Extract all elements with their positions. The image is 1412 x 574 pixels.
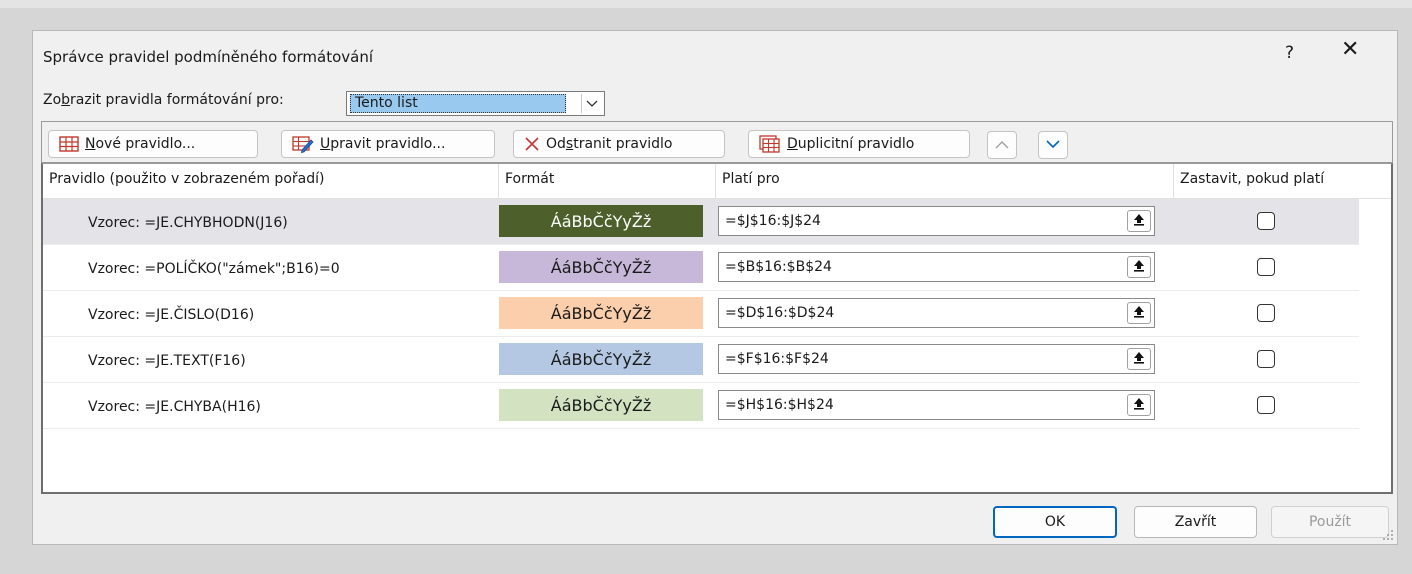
show-rules-label: Zobrazit pravidla formátování pro: <box>43 92 284 108</box>
rule-row[interactable]: Vzorec: =JE.TEXT(F16) ÁáBbČčYyŽž =$F$16:… <box>43 337 1359 383</box>
collapse-dialog-icon <box>1133 259 1145 276</box>
close-button[interactable]: ✕ <box>1341 39 1359 61</box>
background-strip <box>0 0 1412 8</box>
format-preview: ÁáBbČčYyŽž <box>499 343 703 375</box>
new-rule-button[interactable]: Nové pravidlo... <box>48 130 258 158</box>
collapse-dialog-icon <box>1133 305 1145 322</box>
chevron-down-icon[interactable] <box>581 94 602 113</box>
apply-button[interactable]: Použít <box>1271 506 1389 538</box>
help-button[interactable]: ? <box>1285 43 1294 63</box>
applies-to-field[interactable]: =$F$16:$F$24 <box>718 344 1155 374</box>
format-preview: ÁáBbČčYyŽž <box>499 251 703 283</box>
rule-description: Vzorec: =JE.TEXT(F16) <box>88 353 246 369</box>
applies-to-field[interactable]: =$J$16:$J$24 <box>718 206 1155 236</box>
rules-toolbar: Nové pravidlo... Upravit pravidlo... Od s… <box>41 121 1393 163</box>
collapse-dialog-icon <box>1133 397 1145 414</box>
stop-if-true-checkbox[interactable] <box>1257 258 1275 276</box>
chevron-up-icon <box>995 137 1009 153</box>
collapse-dialog-icon <box>1133 213 1145 230</box>
show-rules-selected: Tento list <box>350 94 566 113</box>
range-select-button[interactable] <box>1127 210 1151 232</box>
delete-x-icon <box>524 136 540 152</box>
applies-to-field[interactable]: =$H$16:$H$24 <box>718 390 1155 420</box>
table-edit-icon <box>292 135 314 153</box>
range-select-button[interactable] <box>1127 348 1151 370</box>
rule-description: Vzorec: =JE.ČISLO(D16) <box>88 307 255 323</box>
ok-button[interactable]: OK <box>993 506 1117 538</box>
rules-list: Pravidlo (použito v zobrazeném pořadí) F… <box>41 163 1393 494</box>
rule-description: Vzorec: =JE.CHYBHODN(J16) <box>88 215 288 231</box>
chevron-down-icon <box>1046 137 1060 153</box>
collapse-dialog-icon <box>1133 351 1145 368</box>
dialog-title: Správce pravidel podmíněného formátování <box>43 48 374 66</box>
column-header-stop-if-true[interactable]: Zastavit, pokud platí <box>1174 164 1359 198</box>
applies-to-field[interactable]: =$D$16:$D$24 <box>718 298 1155 328</box>
applies-to-field[interactable]: =$B$16:$B$24 <box>718 252 1155 282</box>
move-down-button[interactable] <box>1038 131 1068 159</box>
table-duplicate-icon <box>759 135 781 153</box>
format-preview: ÁáBbČčYyŽž <box>499 297 703 329</box>
range-select-button[interactable] <box>1127 394 1151 416</box>
rule-row[interactable]: Vzorec: =POLÍČKO("zámek";B16)=0 ÁáBbČčYy… <box>43 245 1359 291</box>
conditional-formatting-dialog: Správce pravidel podmíněného formátování… <box>32 30 1398 545</box>
column-header-rule[interactable]: Pravidlo (použito v zobrazeném pořadí) <box>43 164 499 198</box>
rule-description: Vzorec: =POLÍČKO("zámek";B16)=0 <box>88 261 340 277</box>
show-rules-dropdown[interactable]: Tento list <box>346 91 605 116</box>
table-add-icon <box>59 136 79 152</box>
stop-if-true-checkbox[interactable] <box>1257 350 1275 368</box>
rules-list-header: Pravidlo (použito v zobrazeném pořadí) F… <box>43 164 1391 199</box>
rule-row[interactable]: Vzorec: =JE.CHYBHODN(J16) ÁáBbČčYyŽž =$J… <box>43 199 1359 245</box>
stop-if-true-checkbox[interactable] <box>1257 212 1275 230</box>
format-preview: ÁáBbČčYyŽž <box>499 205 703 237</box>
rule-row[interactable]: Vzorec: =JE.CHYBA(H16) ÁáBbČčYyŽž =$H$16… <box>43 383 1359 429</box>
duplicate-rule-button[interactable]: Duplicitní pravidlo <box>748 130 970 158</box>
range-select-button[interactable] <box>1127 256 1151 278</box>
column-header-format[interactable]: Formát <box>499 164 716 198</box>
column-header-applies-to[interactable]: Platí pro <box>716 164 1174 198</box>
stop-if-true-checkbox[interactable] <box>1257 396 1275 414</box>
edit-rule-button[interactable]: Upravit pravidlo... <box>281 130 495 158</box>
format-preview: ÁáBbČčYyŽž <box>499 389 703 421</box>
rule-row[interactable]: Vzorec: =JE.ČISLO(D16) ÁáBbČčYyŽž =$D$16… <box>43 291 1359 337</box>
stop-if-true-checkbox[interactable] <box>1257 304 1275 322</box>
range-select-button[interactable] <box>1127 302 1151 324</box>
delete-rule-button[interactable]: Od s tranit pravidlo <box>513 130 725 158</box>
rule-description: Vzorec: =JE.CHYBA(H16) <box>88 399 261 415</box>
move-up-button[interactable] <box>987 131 1017 159</box>
close-dialog-button[interactable]: Zavřít <box>1134 506 1257 538</box>
resize-grip-icon[interactable] <box>1382 529 1394 541</box>
